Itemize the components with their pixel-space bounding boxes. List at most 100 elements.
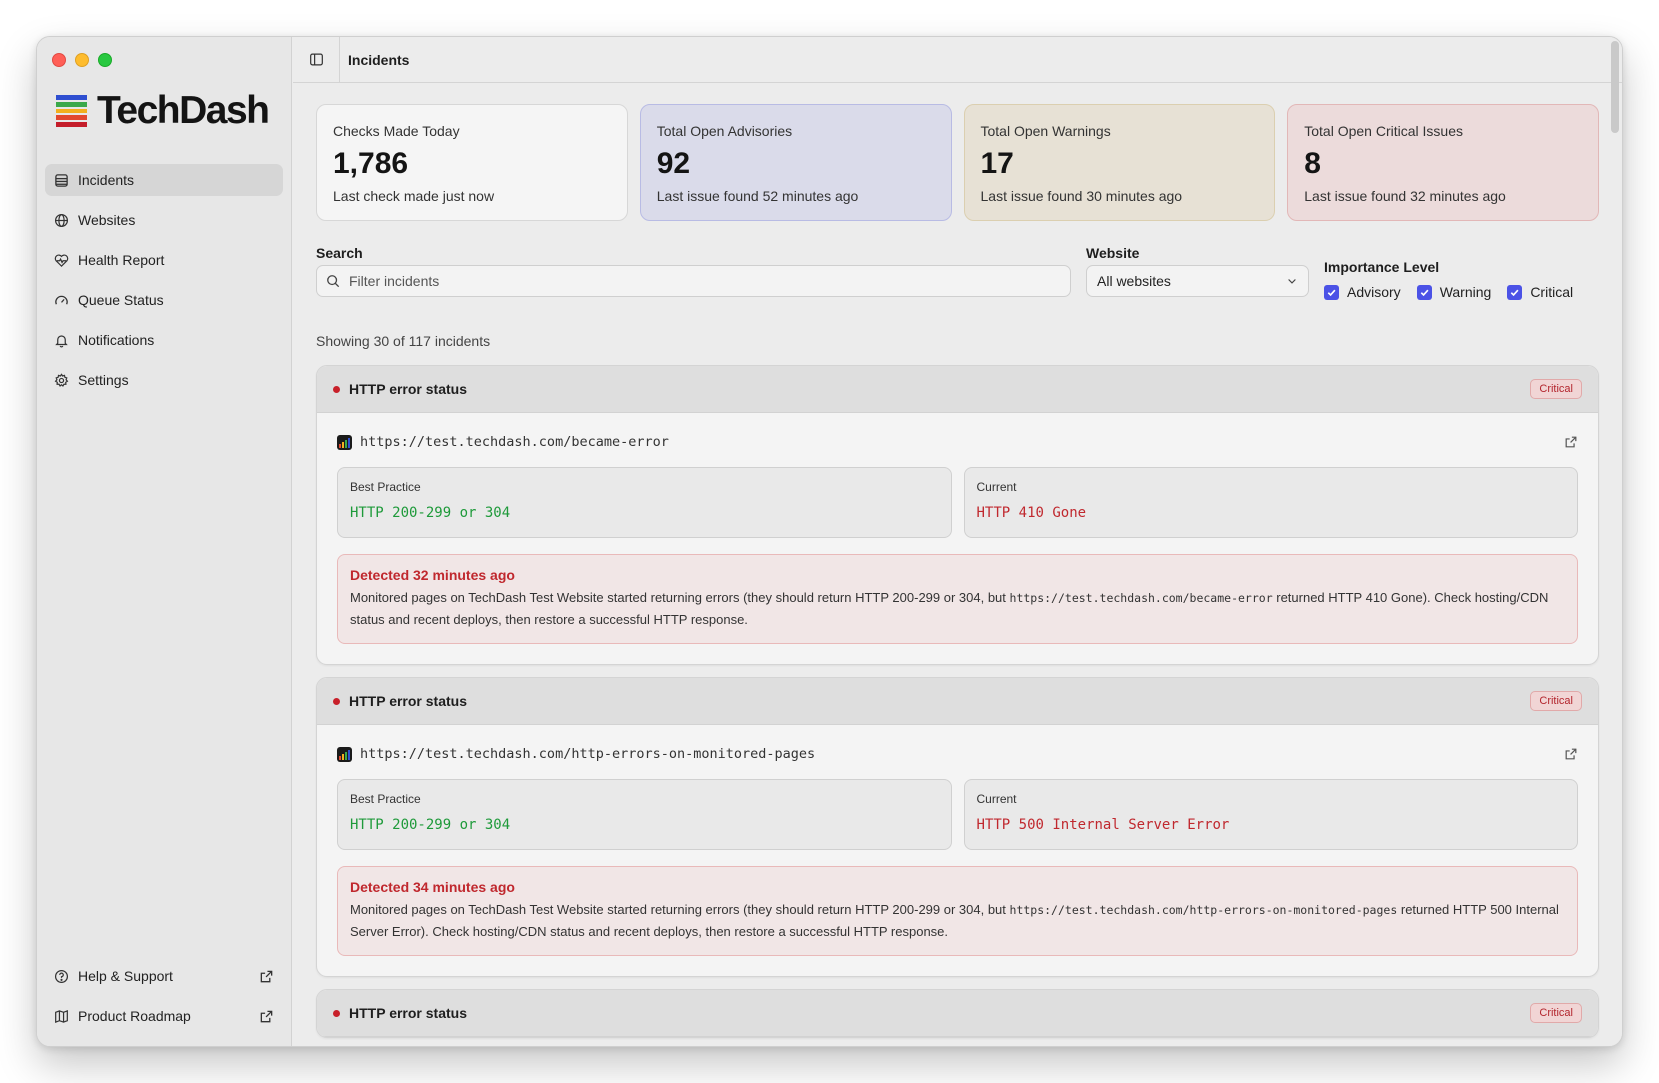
website-filter-label: Website [1086, 245, 1140, 261]
sidebar-item-label: Health Report [78, 252, 165, 268]
stat-value: 92 [656, 147, 691, 180]
sidebar-item-help-support[interactable]: Help & Support [45, 960, 283, 992]
comparison-row: Best Practice HTTP 200-299 or 304 Curren… [337, 779, 1578, 850]
external-link-icon[interactable] [1564, 435, 1578, 449]
current-value: HTTP 500 Internal Server Error [976, 817, 1230, 833]
list-icon [55, 173, 68, 187]
severity-badge: Critical [1530, 691, 1582, 711]
detected-time: Detected 34 minutes ago [350, 879, 515, 895]
sidebar-toggle-button[interactable] [293, 37, 340, 83]
sidebar-footer: Help & Support Product Roadmap [45, 960, 283, 1040]
gear-icon [54, 372, 69, 387]
incident-url-row: https://test.techdash.com/became-error [337, 427, 1578, 457]
sidebar-item-label: Websites [78, 212, 136, 228]
incident-description: Monitored pages on TechDash Test Website… [350, 587, 1565, 630]
incident-body: https://test.techdash.com/http-errors-on… [317, 725, 1598, 976]
bell-icon [55, 334, 68, 347]
brand[interactable]: TechDash [56, 89, 270, 133]
stat-subtext: Last check made just now [333, 188, 495, 204]
stat-label: Checks Made Today [333, 123, 460, 139]
external-link-icon [260, 970, 273, 982]
incident-card: HTTP error status Critical [316, 989, 1599, 1038]
best-practice-value: HTTP 200-299 or 304 [350, 505, 511, 521]
stats-row: Checks Made Today 1,786 Last check made … [316, 104, 1599, 221]
chevron-down-icon [1288, 279, 1296, 284]
search-input[interactable] [347, 272, 947, 290]
sidebar-item-websites[interactable]: Websites [45, 204, 283, 236]
sidebar-item-notifications[interactable]: Notifications [45, 324, 283, 356]
comparison-row: Best Practice HTTP 200-299 or 304 Curren… [337, 467, 1578, 538]
sidebar-item-label: Notifications [78, 332, 155, 348]
critical-checkbox[interactable]: Critical [1507, 284, 1573, 300]
scrollbar[interactable] [1611, 41, 1619, 133]
best-practice-label: Best Practice [350, 480, 421, 494]
stat-label: Total Open Warnings [980, 123, 1111, 139]
best-practice-value: HTTP 200-299 or 304 [350, 817, 511, 833]
website-select-value: All websites [1097, 273, 1171, 289]
warning-checkbox[interactable]: Warning [1416, 284, 1491, 300]
website-select[interactable]: All websites [1086, 265, 1309, 297]
stat-subtext: Last issue found 30 minutes ago [980, 188, 1183, 204]
sidebar-toggle-icon [309, 53, 323, 66]
map-icon [55, 1009, 68, 1023]
advisory-checkbox[interactable]: Advisory [1324, 284, 1401, 300]
sidebar-item-product-roadmap[interactable]: Product Roadmap [45, 1000, 283, 1032]
search-field[interactable] [316, 265, 1071, 297]
sidebar-nav: Incidents Websites Health Report Queue S… [45, 164, 283, 404]
incident-url[interactable]: https://test.techdash.com/http-errors-on… [360, 746, 815, 762]
stat-label: Total Open Advisories [656, 123, 793, 139]
severity-dot-icon [333, 1009, 340, 1017]
sidebar-item-queue-status[interactable]: Queue Status [45, 284, 283, 316]
zoom-window-button[interactable] [98, 53, 112, 67]
close-window-button[interactable] [52, 53, 66, 67]
gauge-icon [55, 295, 68, 305]
severity-badge: Critical [1530, 379, 1582, 399]
minimize-window-button[interactable] [75, 53, 89, 67]
incident-header[interactable]: HTTP error status Critical [317, 366, 1598, 413]
search-label: Search [316, 245, 363, 261]
sidebar-item-label: Product Roadmap [78, 1008, 191, 1024]
stat-subtext: Last issue found 52 minutes ago [656, 188, 859, 204]
current-box: Current HTTP 410 Gone [963, 467, 1578, 538]
description-text: Monitored pages on TechDash Test Website… [350, 590, 1010, 605]
results-count: Showing 30 of 117 incidents [316, 333, 491, 349]
checkbox-label: Advisory [1347, 284, 1401, 300]
sidebar-item-label: Settings [78, 372, 129, 388]
stat-card-critical: Total Open Critical Issues 8 Last issue … [1287, 104, 1599, 221]
page-title: Incidents [348, 51, 410, 68]
incident-title: HTTP error status [349, 1005, 467, 1021]
heart-pulse-icon [54, 253, 69, 267]
current-box: Current HTTP 500 Internal Server Error [963, 779, 1578, 850]
detection-panel: Detected 32 minutes ago Monitored pages … [337, 554, 1578, 644]
sidebar-item-settings[interactable]: Settings [45, 364, 283, 396]
incident-header[interactable]: HTTP error status Critical [317, 990, 1598, 1037]
incident-title: HTTP error status [349, 381, 467, 397]
incidents-page: Checks Made Today 1,786 Last check made … [316, 104, 1599, 1038]
external-link-icon [260, 1010, 273, 1022]
sidebar-item-label: Queue Status [78, 292, 164, 308]
sidebar-item-label: Help & Support [78, 968, 173, 984]
app-window: TechDash Incidents Websites Health Repor… [36, 36, 1623, 1047]
checkbox-checked-icon [1416, 284, 1432, 300]
site-favicon-icon [337, 746, 352, 762]
brand-name: TechDash [97, 89, 270, 132]
incident-card: HTTP error status Critical https://test.… [316, 365, 1599, 665]
best-practice-box: Best Practice HTTP 200-299 or 304 [337, 779, 952, 850]
description-url: https://test.techdash.com/http-errors-on… [1009, 903, 1398, 917]
stat-value: 8 [1304, 147, 1321, 180]
checkbox-label: Critical [1530, 284, 1574, 300]
window-controls [52, 53, 112, 67]
incident-url[interactable]: https://test.techdash.com/became-error [360, 434, 669, 450]
help-circle-icon [54, 969, 69, 983]
sidebar-item-incidents[interactable]: Incidents [45, 164, 283, 196]
logo-icon [56, 95, 87, 127]
incident-header[interactable]: HTTP error status Critical [317, 678, 1598, 725]
sidebar-item-label: Incidents [78, 172, 135, 188]
importance-level-label: Importance Level [1324, 259, 1440, 275]
external-link-icon[interactable] [1564, 747, 1578, 761]
current-label: Current [976, 792, 1017, 806]
sidebar-item-health-report[interactable]: Health Report [45, 244, 283, 276]
stat-label: Total Open Critical Issues [1304, 123, 1463, 139]
checkbox-checked-icon [1507, 284, 1523, 300]
incident-body: https://test.techdash.com/became-error B… [317, 413, 1598, 664]
